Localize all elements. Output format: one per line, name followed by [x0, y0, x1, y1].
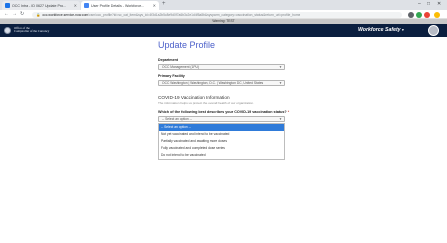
app-header: Office of the Comptroller of the Currenc…	[0, 24, 447, 37]
dropdown-option[interactable]: Fully vaccinated and completed dose seri…	[159, 145, 284, 152]
vaccination-status-label: Which of the following best describes yo…	[158, 110, 289, 114]
browser-tab-strip: OCC Intra - ID 0627 Update Pro... ✕ User…	[0, 0, 447, 10]
browser-tab-active[interactable]: User Profile Details - Workforce... ✕	[81, 1, 159, 10]
chevron-down-icon: ▼	[279, 81, 282, 85]
chevron-down-icon: ▾	[402, 28, 404, 32]
extension-icon[interactable]	[408, 11, 414, 18]
department-value: OCC Management (1PU)	[162, 65, 200, 69]
vaccination-status-value: -- Select an option --	[162, 117, 192, 121]
extension-icon[interactable]	[424, 11, 430, 18]
extension-icon[interactable]	[416, 11, 422, 18]
vaccination-status-dropdown: -- Select an option -- Not yet vaccinate…	[158, 123, 285, 160]
lock-icon: 🔒	[36, 12, 41, 17]
browser-tab[interactable]: OCC Intra - ID 0627 Update Pro... ✕	[2, 1, 80, 10]
dropdown-option[interactable]: Not yet vaccinated and intend to be vacc…	[159, 131, 284, 138]
page-title: Update Profile	[158, 40, 216, 50]
new-tab-button[interactable]: +	[162, 1, 166, 7]
primary-facility-value: OCC Washington | Washington, D.C. | Wash…	[162, 81, 264, 85]
department-label: Department	[158, 58, 178, 62]
vaccination-status-select[interactable]: -- Select an option -- ▼	[158, 116, 285, 122]
dropdown-option[interactable]: -- Select an option --	[159, 124, 284, 131]
url-path: /csm/occ_profile?id=sc_cat_item&sys_id=4…	[88, 12, 301, 17]
dropdown-option[interactable]: Do not intend to be vaccinated	[159, 152, 284, 159]
address-bar[interactable]: 🔒 occ.workforce.service-now.com /csm/occ…	[32, 11, 402, 18]
forward-arrow-icon[interactable]: →	[12, 11, 17, 17]
department-select[interactable]: OCC Management (1PU) ▼	[158, 64, 285, 70]
reload-icon[interactable]: ↻	[20, 11, 24, 17]
question-text: Which of the following best describes yo…	[158, 110, 287, 114]
url-host: occ.workforce.service-now.com	[42, 12, 89, 17]
tab-favicon-icon	[5, 3, 10, 8]
chevron-down-icon: ▼	[279, 117, 282, 121]
close-tab-icon[interactable]: ✕	[153, 3, 156, 8]
browser-toolbar: ← → ↻ 🔒 occ.workforce.service-now.com /c…	[0, 10, 447, 19]
chevron-down-icon: ▼	[279, 65, 282, 69]
minimize-button[interactable]: –	[418, 1, 421, 7]
logo-text: Office of the Comptroller of the Currenc…	[14, 26, 50, 34]
seal-icon	[4, 26, 11, 34]
app-title: Workforce Safety	[358, 27, 401, 33]
primary-facility-select[interactable]: OCC Washington | Washington, D.C. | Wash…	[158, 80, 285, 86]
section-title: COVID-19 Vaccination Information	[158, 95, 230, 100]
primary-facility-label: Primary Facility	[158, 74, 185, 78]
close-window-button[interactable]: ✕	[437, 1, 441, 7]
back-arrow-icon[interactable]: ←	[4, 11, 9, 17]
logo-line-2: Comptroller of the Currency	[14, 29, 50, 34]
section-description: The information helps us protect the ove…	[158, 101, 254, 105]
tab-title: OCC Intra - ID 0627 Update Pro...	[12, 3, 67, 8]
occ-logo[interactable]: Office of the Comptroller of the Currenc…	[4, 26, 50, 34]
maximize-button[interactable]: □	[427, 1, 430, 7]
profile-avatar-icon[interactable]	[434, 11, 440, 18]
dropdown-option[interactable]: Partially vaccinated and awaiting more d…	[159, 138, 284, 145]
close-tab-icon[interactable]: ✕	[74, 3, 77, 8]
main-content: Update Profile Department OCC Management…	[0, 37, 447, 243]
app-title-menu[interactable]: Workforce Safety ▾	[358, 27, 404, 33]
required-marker: *	[287, 110, 290, 114]
tab-title: User Profile Details - Workforce...	[91, 3, 145, 8]
user-avatar[interactable]	[428, 25, 439, 36]
tab-favicon-icon	[84, 3, 89, 8]
